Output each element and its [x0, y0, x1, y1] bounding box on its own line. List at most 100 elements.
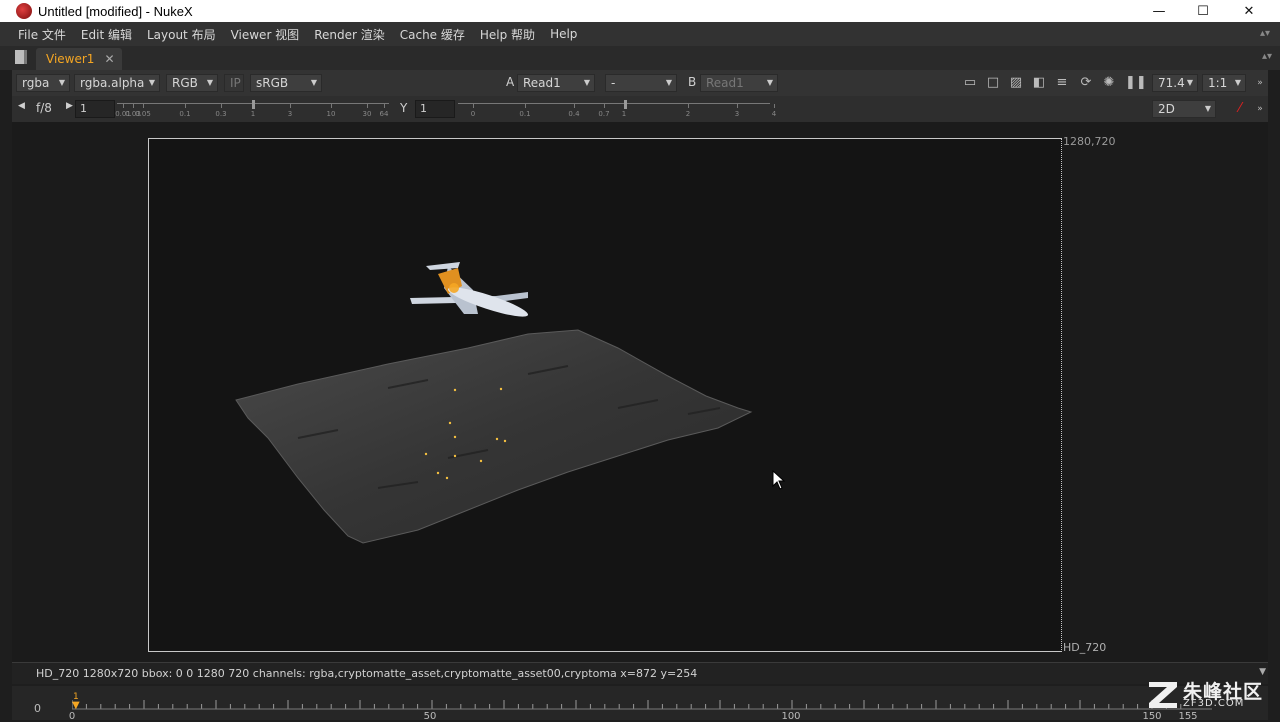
display-channels-dropdown[interactable]: RGB ▼	[166, 74, 218, 92]
window-title: Untitled [modified] - NukeX	[38, 3, 193, 19]
slider-tick-label: 0.3	[215, 110, 227, 118]
timeline-mark-100: 100	[781, 711, 801, 722]
title-bar: Untitled [modified] - NukeX — ☐ ✕	[0, 0, 1280, 22]
slider-tick	[384, 104, 385, 108]
slider-tick	[290, 104, 291, 108]
slider-tick-label: 0.1	[519, 110, 531, 118]
zoom-dropdown[interactable]: 71.4 ▼	[1152, 74, 1198, 92]
menu-render[interactable]: Render 渲染	[314, 26, 385, 43]
slider-tick-label: 0.05	[135, 110, 151, 118]
timeline-mark-0: 0	[68, 711, 76, 722]
input-b-label: B	[688, 75, 697, 89]
pause-icon[interactable]: ❚❚	[1125, 75, 1147, 91]
close-window-button[interactable]: ✕	[1226, 0, 1272, 22]
timeline-start-frame[interactable]: 0	[34, 702, 41, 715]
slider-tick	[774, 104, 775, 108]
watermark: 朱峰社区 ZF3D.COM	[1145, 676, 1270, 716]
proxy-dropdown[interactable]: 1:1 ▼	[1202, 74, 1246, 92]
menu-layout[interactable]: Layout 布局	[147, 26, 216, 43]
input-a-dropdown[interactable]: Read1 ▼	[517, 74, 595, 92]
menu-file[interactable]: File 文件	[18, 26, 66, 43]
slider-tick	[574, 104, 575, 108]
slider-tick-label: 4	[771, 110, 777, 118]
menu-help-cn[interactable]: Help 帮助	[480, 26, 535, 43]
wipe-icon[interactable]: ◧	[1031, 75, 1047, 91]
menu-viewer[interactable]: Viewer 视图	[231, 26, 300, 43]
slider-tick-label: 64	[379, 110, 389, 118]
toolbar-overflow-icon[interactable]: »	[1252, 75, 1268, 91]
toolbar2-overflow-icon[interactable]: »	[1252, 101, 1268, 117]
slider-tick-label: 1	[621, 110, 627, 118]
fstop-label[interactable]: f/8	[36, 101, 52, 115]
slider-tick	[185, 104, 186, 108]
slider-tick-label: 1	[250, 110, 256, 118]
menu-cache[interactable]: Cache 缓存	[400, 26, 465, 43]
slider-tick	[123, 104, 124, 108]
tab-viewer1-label: Viewer1	[46, 52, 95, 66]
render-image	[235, 262, 753, 544]
slider-tick	[331, 104, 332, 108]
channels-dropdown[interactable]: rgba ▼	[16, 74, 70, 92]
fstop-decrease-icon[interactable]: ◀	[18, 101, 25, 111]
composite-operation-dropdown[interactable]: - ▼	[605, 74, 677, 92]
pane-menu-icon[interactable]	[15, 50, 27, 64]
slider-tick-label: 0.7	[598, 110, 610, 118]
menu-overflow-icon[interactable]: ▴▾	[1260, 28, 1270, 39]
input-process-toggle[interactable]: IP	[224, 74, 244, 92]
playhead-marker-icon: ▼	[72, 700, 80, 711]
format-name-label: HD_720	[1063, 641, 1107, 654]
timeline-mark-50: 50	[423, 711, 437, 722]
slider-tick-label: 3	[734, 110, 740, 118]
slider-tick	[221, 104, 222, 108]
slider-tick-label: 10	[326, 110, 336, 118]
zf3d-logo-icon	[1149, 682, 1177, 708]
menu-edit[interactable]: Edit 编辑	[81, 26, 132, 43]
slider-tick	[473, 104, 474, 108]
watermark-url: ZF3D.COM	[1183, 698, 1245, 709]
slider-tick	[133, 104, 134, 108]
viewer-toolbar-top: rgba ▼ rgba.alpha ▼ RGB ▼ IP sRGB ▼ A Read1 ▼…	[12, 70, 1268, 96]
slider-tick	[367, 104, 368, 108]
tab-close-icon[interactable]: ✕	[104, 52, 114, 66]
minimize-button[interactable]: —	[1136, 0, 1182, 22]
view-mode-dropdown[interactable]: 2D ▼	[1152, 100, 1216, 118]
timeline[interactable]: 0 1 ▼ 0 50 100 150 155	[12, 686, 1268, 722]
terrain-mesh	[235, 329, 753, 544]
slider-tick-label: 0.4	[568, 110, 580, 118]
slider-handle[interactable]	[624, 100, 627, 109]
pane-tab-bar: Viewer1 ✕ ▴▾	[0, 46, 1280, 70]
paint-brush-icon[interactable]: ⁄	[1232, 101, 1248, 117]
input-b-dropdown[interactable]: Read1 ▼	[700, 74, 778, 92]
slider-tick-label: 0	[470, 110, 476, 118]
info-bar: HD_720 1280x720 bbox: 0 0 1280 720 chann…	[12, 662, 1268, 684]
safe-area-icon[interactable]: □	[985, 75, 1001, 91]
refresh-icon[interactable]: ⟳	[1078, 75, 1094, 91]
slider-tick	[688, 104, 689, 108]
colorspace-dropdown[interactable]: sRGB ▼	[250, 74, 322, 92]
menu-bar: File 文件 Edit 编辑 Layout 布局 Viewer 视图 Rend…	[0, 22, 1280, 46]
playhead[interactable]: 1 ▼	[72, 692, 80, 711]
slider-tick	[525, 104, 526, 108]
gain-input[interactable]: 1	[75, 100, 115, 118]
tab-viewer1[interactable]: Viewer1 ✕	[36, 48, 122, 70]
update-settings-icon[interactable]: ✺	[1101, 75, 1117, 91]
info-text: HD_720 1280x720 bbox: 0 0 1280 720 chann…	[36, 667, 698, 680]
zebra-stripes-icon[interactable]: ▨	[1008, 75, 1024, 91]
menu-help[interactable]: Help	[550, 27, 577, 41]
gain-slider[interactable]: 0.01 0.03 0.05 0.1 0.3 1 3 10 30 64	[115, 100, 389, 118]
fstop-increase-icon[interactable]: ▶	[66, 101, 73, 111]
slider-handle[interactable]	[252, 100, 255, 109]
maximize-button[interactable]: ☐	[1180, 0, 1226, 22]
slider-tick	[604, 104, 605, 108]
gamma-slider[interactable]: 0 0.1 0.4 0.7 1 2 3 4	[458, 100, 776, 118]
slider-tick	[737, 104, 738, 108]
roi-icon[interactable]: ▭	[962, 75, 978, 91]
slider-tick-label: 30	[362, 110, 372, 118]
viewer-toolbar-exposure: ◀ f/8 ▶ 1 0.01 0.03 0.05 0.1 0.3 1 3 10 30 64 Y 1…	[12, 96, 1268, 122]
pane-overflow-icon[interactable]: ▴▾	[1262, 51, 1272, 62]
viewer-area[interactable]: 1280,720 HD_720	[12, 122, 1268, 662]
gamma-input[interactable]: 1	[415, 100, 455, 118]
lut-icon[interactable]: ≡	[1054, 75, 1070, 91]
timeline-ruler[interactable]	[72, 690, 1212, 720]
alpha-channel-dropdown[interactable]: rgba.alpha ▼	[74, 74, 160, 92]
